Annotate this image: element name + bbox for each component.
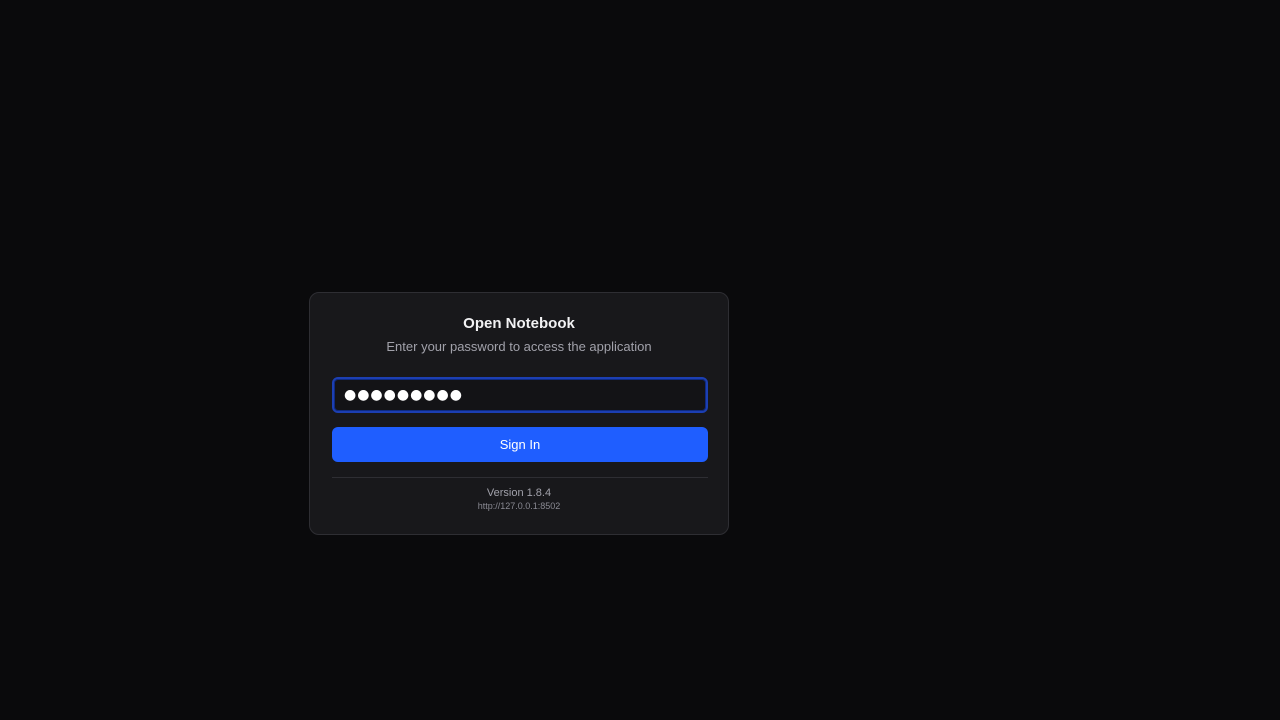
app-title: Open Notebook <box>463 315 575 332</box>
login-page: Open Notebook Enter your password to acc… <box>0 0 1280 720</box>
login-subtitle: Enter your password to access the applic… <box>386 339 652 354</box>
server-url: http://127.0.0.1:8502 <box>477 501 561 511</box>
password-input[interactable] <box>332 377 708 413</box>
version-label: Version 1.8.4 <box>486 487 552 499</box>
login-card: Open Notebook Enter your password to acc… <box>309 292 729 535</box>
sign-in-button[interactable]: Sign In <box>332 427 708 462</box>
divider <box>332 477 708 478</box>
